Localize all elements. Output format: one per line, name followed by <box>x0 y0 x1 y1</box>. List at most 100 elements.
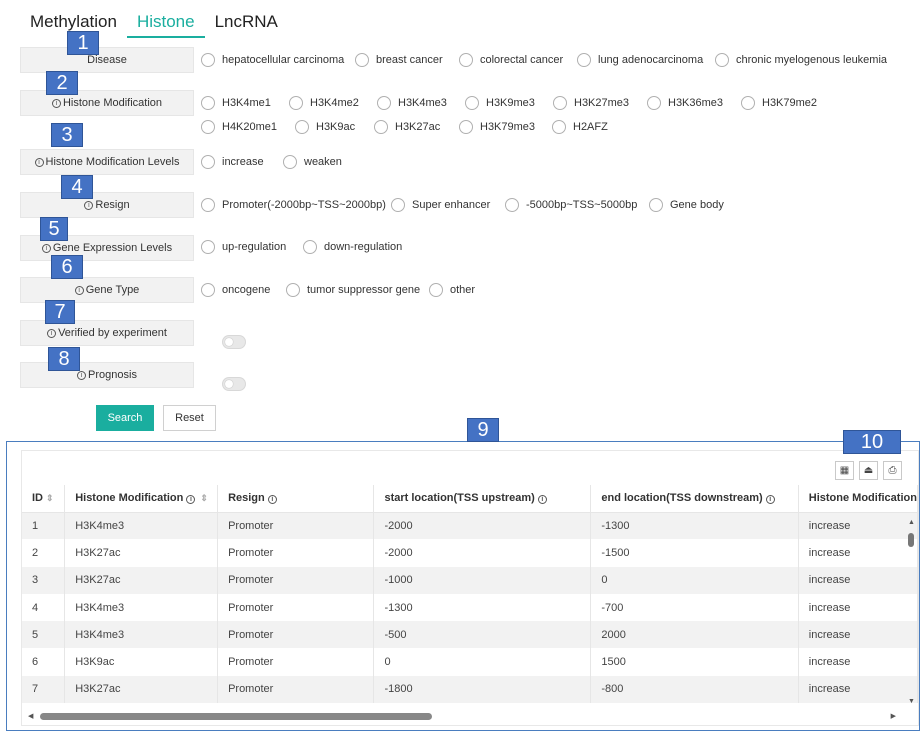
cell-resign: Promoter <box>217 566 375 594</box>
radio-icon[interactable] <box>553 96 567 110</box>
option-histone-modification[interactable]: H3K9ac <box>295 120 355 134</box>
radio-icon[interactable] <box>201 120 215 134</box>
table-row[interactable]: 7 H3K27ac Promoter -1800 -800 increase <box>22 675 919 704</box>
radio-icon[interactable] <box>286 283 300 297</box>
cell-histone-modification: H3K4me3 <box>64 512 219 540</box>
radio-icon[interactable] <box>201 53 215 67</box>
radio-icon[interactable] <box>429 283 443 297</box>
radio-icon[interactable] <box>459 120 473 134</box>
option-histone-modification[interactable]: H3K4me3 <box>377 96 447 110</box>
radio-icon[interactable] <box>201 96 215 110</box>
table-row[interactable]: 4 H3K4me3 Promoter -1300 -700 increase <box>22 593 919 622</box>
export-icon[interactable]: ⏏ <box>859 461 878 480</box>
sort-icon[interactable]: ⇕ <box>200 493 208 503</box>
cell-id: 5 <box>22 621 66 649</box>
column-header-id[interactable]: ID ⇕ <box>22 485 66 513</box>
radio-icon[interactable] <box>465 96 479 110</box>
option-histone-modification[interactable]: H3K9me3 <box>465 96 535 110</box>
scroll-left-icon[interactable]: ◀ <box>28 712 33 720</box>
horizontal-scrollbar[interactable]: ◀ ▶ <box>26 711 900 721</box>
radio-icon[interactable] <box>201 198 215 212</box>
option-histone-modification[interactable]: H3K36me3 <box>647 96 723 110</box>
radio-icon[interactable] <box>391 198 405 212</box>
table-row[interactable]: 5 H3K4me3 Promoter -500 2000 increase <box>22 621 919 649</box>
radio-icon[interactable] <box>377 96 391 110</box>
option-gene-type[interactable]: other <box>429 283 475 297</box>
scroll-up-icon[interactable]: ▲ <box>908 519 915 526</box>
option-disease[interactable]: chronic myelogenous leukemia <box>715 53 887 67</box>
option-histone-modification[interactable]: H2AFZ <box>552 120 608 134</box>
columns-icon[interactable]: ▦ <box>835 461 854 480</box>
column-header-start-location[interactable]: start location(TSS upstream) i <box>373 485 592 513</box>
print-icon[interactable]: ⎙ <box>883 461 902 480</box>
table-row[interactable]: 1 H3K4me3 Promoter -2000 -1300 increase <box>22 512 919 540</box>
radio-icon[interactable] <box>283 155 297 169</box>
option-histone-modification[interactable]: H3K4me2 <box>289 96 359 110</box>
tab-histone[interactable]: Histone <box>126 0 205 38</box>
option-resign[interactable]: -5000bp~TSS~5000bp <box>505 198 637 212</box>
option-gene-type[interactable]: oncogene <box>201 283 270 297</box>
table-row[interactable]: 2 H3K27ac Promoter -2000 -1500 increase <box>22 539 919 567</box>
scroll-down-icon[interactable]: ▼ <box>908 698 915 705</box>
cell-start-location: -1000 <box>373 566 592 594</box>
option-histone-modification[interactable]: H3K79me3 <box>459 120 535 134</box>
option-histone-modification[interactable]: H3K4me1 <box>201 96 271 110</box>
filter-label-histone-modification-levels: i Histone Modification Levels <box>20 149 194 175</box>
search-button[interactable]: Search <box>96 405 154 431</box>
option-gene-expression-levels[interactable]: down-regulation <box>303 240 402 254</box>
cell-modification-level: increase <box>798 566 919 594</box>
table-row[interactable]: 6 H3K9ac Promoter 0 1500 increase <box>22 648 919 676</box>
tab-lncrna[interactable]: LncRNA <box>205 0 288 38</box>
option-disease[interactable]: colorectal cancer <box>459 53 563 67</box>
cell-start-location: 0 <box>373 648 592 676</box>
option-gene-expression-levels[interactable]: up-regulation <box>201 240 286 254</box>
option-histone-modification-levels[interactable]: weaken <box>283 155 342 169</box>
option-histone-modification[interactable]: H3K79me2 <box>741 96 817 110</box>
table-row[interactable]: 3 H3K27ac Promoter -1000 0 increase <box>22 566 919 594</box>
radio-icon[interactable] <box>303 240 317 254</box>
cell-modification-level: increase <box>798 512 919 540</box>
radio-icon[interactable] <box>715 53 729 67</box>
option-resign[interactable]: Gene body <box>649 198 724 212</box>
option-gene-type[interactable]: tumor suppressor gene <box>286 283 420 297</box>
verified-toggle[interactable] <box>222 335 246 349</box>
radio-icon[interactable] <box>552 120 566 134</box>
vertical-scroll-thumb[interactable] <box>908 533 914 547</box>
sort-icon[interactable]: ⇕ <box>46 493 54 503</box>
cell-resign: Promoter <box>217 621 375 649</box>
prognosis-toggle[interactable] <box>222 377 246 391</box>
radio-icon[interactable] <box>649 198 663 212</box>
radio-icon[interactable] <box>374 120 388 134</box>
cell-id: 7 <box>22 675 66 704</box>
column-header-end-location[interactable]: end location(TSS downstream) i <box>590 485 799 513</box>
option-histone-modification[interactable]: H3K27ac <box>374 120 440 134</box>
cell-id: 4 <box>22 593 66 622</box>
column-header-histone-modification-level[interactable]: Histone Modification <box>798 485 919 513</box>
radio-icon[interactable] <box>741 96 755 110</box>
vertical-scrollbar[interactable]: ▲ ▼ <box>906 519 916 705</box>
column-header-resign[interactable]: Resign i <box>217 485 375 513</box>
radio-icon[interactable] <box>459 53 473 67</box>
radio-icon[interactable] <box>505 198 519 212</box>
radio-icon[interactable] <box>355 53 369 67</box>
radio-icon[interactable] <box>289 96 303 110</box>
column-header-histone-modification[interactable]: Histone Modification i ⇕ <box>64 485 219 513</box>
option-disease[interactable]: lung adenocarcinoma <box>577 53 703 67</box>
option-histone-modification[interactable]: H4K20me1 <box>201 120 277 134</box>
option-resign[interactable]: Promoter(-2000bp~TSS~2000bp) <box>201 198 386 212</box>
option-resign[interactable]: Super enhancer <box>391 198 490 212</box>
radio-icon[interactable] <box>295 120 309 134</box>
radio-icon[interactable] <box>201 155 215 169</box>
info-icon: i <box>41 243 51 253</box>
option-histone-modification[interactable]: H3K27me3 <box>553 96 629 110</box>
radio-icon[interactable] <box>577 53 591 67</box>
radio-icon[interactable] <box>201 240 215 254</box>
option-disease[interactable]: hepatocellular carcinoma <box>201 53 344 67</box>
reset-button[interactable]: Reset <box>163 405 216 431</box>
radio-icon[interactable] <box>201 283 215 297</box>
radio-icon[interactable] <box>647 96 661 110</box>
scroll-right-icon[interactable]: ▶ <box>891 712 896 720</box>
option-histone-modification-levels[interactable]: increase <box>201 155 264 169</box>
horizontal-scroll-thumb[interactable] <box>40 713 432 720</box>
option-disease[interactable]: breast cancer <box>355 53 443 67</box>
